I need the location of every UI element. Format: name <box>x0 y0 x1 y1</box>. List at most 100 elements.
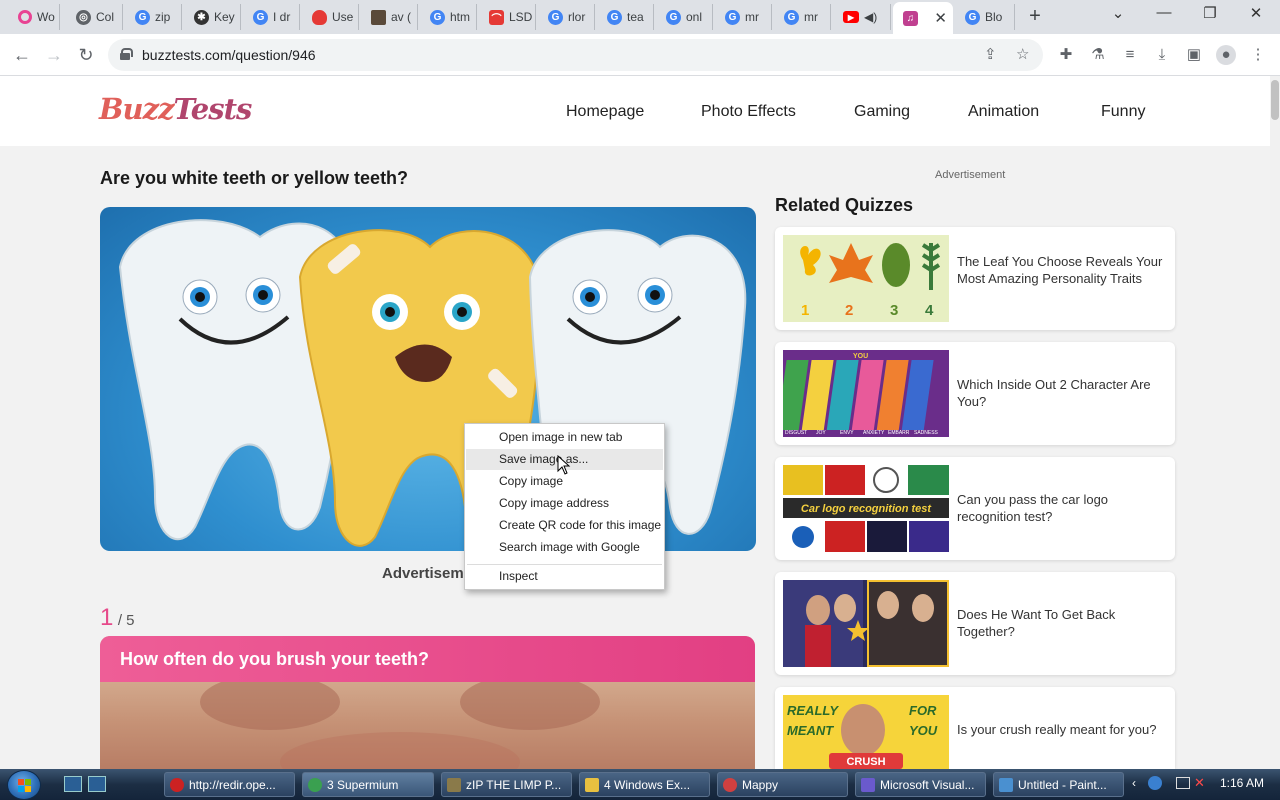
browser-tab[interactable]: G rlor <box>538 4 595 30</box>
menu-copy-image-address[interactable]: Copy image address <box>466 493 663 514</box>
menu-create-qr-code[interactable]: Create QR code for this image <box>466 515 663 536</box>
browser-tab[interactable]: G mr <box>774 4 831 30</box>
url-text[interactable]: buzztests.com/question/946 <box>142 47 316 63</box>
taskbar-item[interactable]: Microsoft Visual... <box>855 772 986 797</box>
browser-tab[interactable]: G onl <box>656 4 713 30</box>
side-panel-icon[interactable]: ▣ <box>1184 45 1204 65</box>
star-icon[interactable]: ☆ <box>1016 45 1029 63</box>
menu-inspect[interactable]: Inspect <box>466 566 663 587</box>
menu-kebab-icon[interactable]: ⋮ <box>1248 45 1268 65</box>
related-quiz-title[interactable]: Can you pass the car logo recognition te… <box>957 491 1165 525</box>
browser-tab-active[interactable]: ♫ ✕ <box>893 2 953 34</box>
address-bar[interactable]: buzztests.com/question/946 ⇪ ☆ <box>108 39 1043 71</box>
scrollbar-thumb[interactable] <box>1271 80 1279 120</box>
tab-label: zip <box>155 10 171 24</box>
buzztests-logo[interactable]: BuzzTests <box>99 92 252 126</box>
windows-taskbar: http://redir.ope... 3 Supermium zIP THE … <box>0 769 1280 800</box>
youtube-icon: ▶ <box>843 11 859 23</box>
tab-search-icon[interactable]: ⌄ <box>1106 4 1130 22</box>
browser-tab[interactable]: Use <box>302 4 359 30</box>
car-test-banner-text: Car logo recognition test <box>801 503 933 515</box>
browser-tab[interactable]: ◎ Col <box>66 4 123 30</box>
browser-tab[interactable]: av ( <box>361 4 418 30</box>
profile-avatar-icon[interactable]: ● <box>1216 45 1236 65</box>
close-tab-icon[interactable]: ✕ <box>934 9 947 27</box>
inside-out-you-label: YOU <box>853 353 868 360</box>
taskbar-item[interactable]: zIP THE LIMP P... <box>441 772 572 797</box>
related-quiz-card[interactable]: 1 2 3 4 The Leaf You Choose Reveals Your… <box>775 227 1175 330</box>
extensions-icon[interactable]: ✚ <box>1056 45 1076 65</box>
nav-photo-effects[interactable]: Photo Effects <box>701 103 796 121</box>
mouse-cursor-icon <box>557 455 571 475</box>
image-context-menu: Open image in new tab Save image as... C… <box>464 423 665 590</box>
related-quiz-card[interactable]: YOU DISGUST JOY ENVY ANXIETY EMBARR SADN… <box>775 342 1175 445</box>
bug-icon: ✱ <box>194 9 209 25</box>
browser-tab[interactable]: ▶ ◀) <box>833 4 891 30</box>
taskbar-item[interactable]: Untitled - Paint... <box>993 772 1124 797</box>
leaf-number-1: 1 <box>801 302 809 319</box>
nav-gaming[interactable]: Gaming <box>854 103 910 121</box>
question-image[interactable] <box>100 674 755 771</box>
taskbar-item[interactable]: 4 Windows Ex... <box>579 772 710 797</box>
related-quiz-card[interactable]: Does He Want To Get Back Together? <box>775 572 1175 675</box>
browser-tab[interactable]: ⌒ LSD <box>479 4 536 30</box>
taskbar-clock[interactable]: 1:16 AM <box>1220 776 1264 790</box>
reading-list-icon[interactable]: ≡ <box>1120 45 1140 65</box>
embarrassment-label: EMBARR <box>888 430 910 436</box>
back-button[interactable]: ← <box>10 43 34 67</box>
browser-tab[interactable]: G I dr <box>243 4 300 30</box>
menu-search-image-google[interactable]: Search image with Google <box>466 537 663 558</box>
menu-separator <box>467 564 662 565</box>
tray-expand-icon[interactable]: ‹ <box>1132 776 1136 790</box>
close-window-button[interactable]: ✕ <box>1244 4 1268 22</box>
related-quiz-title[interactable]: Which Inside Out 2 Character Are You? <box>957 376 1165 410</box>
maximize-button[interactable]: ❐ <box>1198 4 1222 22</box>
lock-icon[interactable] <box>120 48 133 60</box>
browser-tab[interactable]: G tea <box>597 4 654 30</box>
menu-open-image-new-tab[interactable]: Open image in new tab <box>466 427 663 448</box>
nav-funny[interactable]: Funny <box>1101 103 1145 121</box>
tab-label: Key <box>214 10 235 24</box>
related-quiz-title[interactable]: Does He Want To Get Back Together? <box>957 606 1165 640</box>
browser-tab[interactable]: G mr <box>715 4 772 30</box>
labs-flask-icon[interactable]: ⚗ <box>1088 45 1108 65</box>
browser-tab[interactable]: Wo <box>8 4 60 30</box>
current-question-number: 1 <box>100 604 114 631</box>
network-globe-icon[interactable] <box>1148 776 1162 790</box>
reload-button[interactable]: ↻ <box>74 43 98 67</box>
related-quizzes-title: Related Quizzes <box>775 195 914 215</box>
taskbar-item[interactable]: http://redir.ope... <box>164 772 295 797</box>
related-quiz-card[interactable]: Car logo recognition test Can you pass t… <box>775 457 1175 560</box>
related-quiz-title[interactable]: Is your crush really meant for you? <box>957 721 1165 738</box>
taskbar-item-label: 3 Supermium <box>327 777 399 792</box>
related-quiz-title[interactable]: The Leaf You Choose Reveals Your Most Am… <box>957 253 1165 287</box>
nav-homepage[interactable]: Homepage <box>566 103 644 121</box>
browser-tab[interactable]: G htm <box>420 4 477 30</box>
tab-label: onl <box>686 10 703 24</box>
taskbar-item[interactable]: Mappy <box>717 772 848 797</box>
browser-tab[interactable]: G zip <box>125 4 182 30</box>
action-center-icon[interactable] <box>1176 777 1190 789</box>
browser-tab[interactable]: G Blo <box>955 4 1015 30</box>
related-quiz-card[interactable]: REALLY FOR MEANT YOU CRUSH Is your crush… <box>775 687 1175 769</box>
folder-icon <box>585 777 599 792</box>
minimize-button[interactable]: — <box>1152 4 1176 21</box>
share-icon[interactable]: ⇪ <box>984 45 997 63</box>
switch-windows-icon[interactable] <box>88 776 106 792</box>
new-tab-button[interactable]: + <box>1024 5 1046 28</box>
google-icon: G <box>430 9 445 25</box>
speaker-icon[interactable]: ◀) <box>864 10 877 24</box>
start-button[interactable] <box>7 770 41 800</box>
opera-ring-icon <box>18 10 32 24</box>
google-icon: G <box>725 9 740 25</box>
download-icon[interactable]: ⤓ <box>1152 45 1172 65</box>
browser-tab[interactable]: ✱ Key <box>184 4 241 30</box>
forward-button[interactable]: → <box>42 43 66 67</box>
volume-muted-icon[interactable]: ✕ <box>1194 775 1205 791</box>
google-icon: G <box>135 9 150 25</box>
page-scrollbar[interactable] <box>1270 76 1280 769</box>
windows-logo-icon <box>18 779 31 792</box>
nav-animation[interactable]: Animation <box>968 103 1039 121</box>
taskbar-item[interactable]: 3 Supermium <box>302 772 434 797</box>
show-desktop-icon[interactable] <box>64 776 82 792</box>
